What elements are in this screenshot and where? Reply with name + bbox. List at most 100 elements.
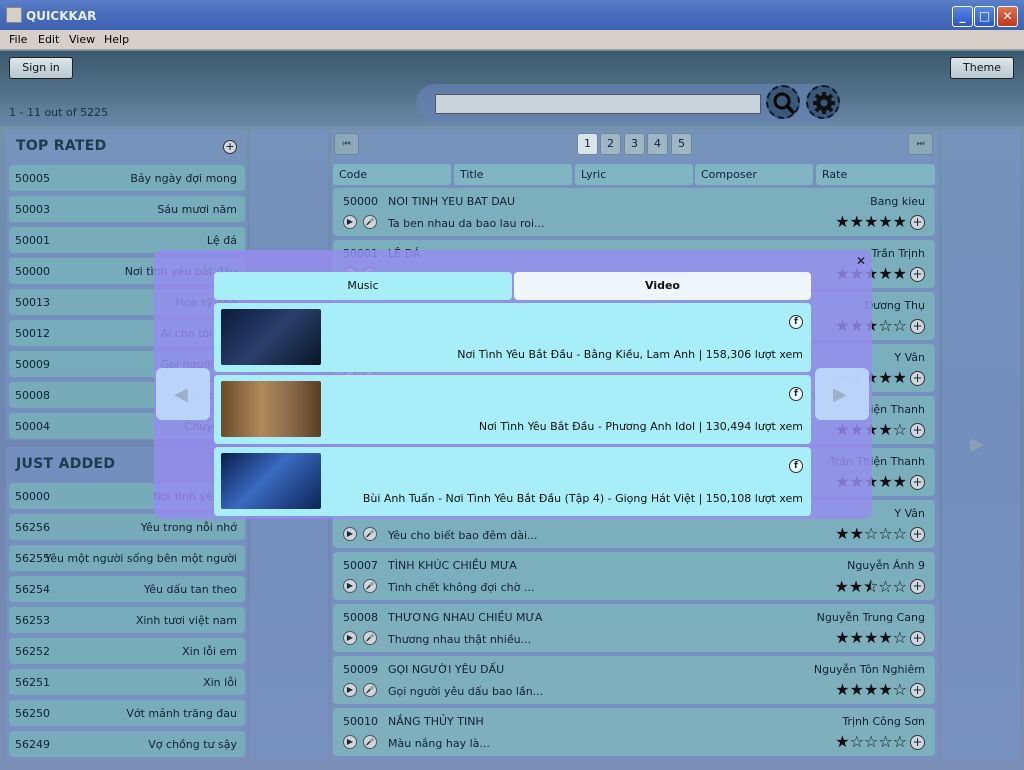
popup-close-icon[interactable]: ✕ [856, 254, 866, 268]
column-composer[interactable]: Composer [695, 164, 813, 185]
side-next-arrow[interactable]: ▶ [970, 434, 984, 455]
song-title: Lệ đá [206, 234, 237, 247]
song-code: 56251 [15, 676, 50, 689]
add-to-playlist-button[interactable]: + [910, 215, 925, 230]
song-code: 56250 [15, 707, 50, 720]
column-lyric[interactable]: Lyric [575, 164, 693, 185]
tab-video[interactable]: Video [514, 272, 811, 300]
microphone-icon[interactable]: 🎤 [363, 735, 377, 749]
rating-stars[interactable]: ★★★★☆ [835, 628, 907, 647]
song-lyric: Yêu cho biết bao đêm dài... [388, 529, 538, 542]
video-thumbnail[interactable] [221, 381, 321, 437]
song-title: Xinh tươi việt nam [135, 614, 237, 627]
microphone-icon[interactable]: 🎤 [363, 215, 377, 229]
facebook-share-icon[interactable]: f [789, 387, 803, 401]
page-1[interactable]: 1 [577, 133, 598, 155]
play-icon[interactable]: ▶ [343, 527, 357, 541]
song-code: 50008 [343, 611, 378, 624]
maximize-button[interactable]: □ [974, 6, 995, 27]
list-item[interactable]: 56254 Yêu dấu tan theo [9, 576, 245, 602]
list-item[interactable]: 50003 Sáu mươi năm [9, 196, 245, 222]
rating-stars[interactable]: ★★⯪☆☆ [834, 576, 907, 603]
page-2[interactable]: 2 [600, 133, 621, 155]
sign-in-button[interactable]: Sign in [9, 57, 73, 79]
add-to-playlist-button[interactable]: + [910, 371, 925, 386]
video-title: Nơi Tình Yêu Bắt Đầu - Phương Anh Idol |… [478, 420, 803, 433]
song-composer: hiện Thanh [863, 403, 925, 416]
song-row[interactable]: 50000 NOI TINH YEU BAT DAU Bang kieu Ta ben… [333, 188, 935, 236]
column-rate[interactable]: Rate [816, 164, 935, 185]
add-to-playlist-button[interactable]: + [910, 475, 925, 490]
column-code[interactable]: Code [333, 164, 451, 185]
rating-stars[interactable]: ★★★★★ [835, 212, 907, 231]
rating-stars[interactable]: ★★★★☆ [835, 680, 907, 699]
video-item[interactable]: f Nơi Tình Yêu Bắt Đầu - Phương Anh Idol… [214, 375, 811, 444]
column-title[interactable]: Title [454, 164, 572, 185]
play-icon[interactable]: ▶ [343, 735, 357, 749]
add-to-playlist-button[interactable]: + [910, 735, 925, 750]
top-rated-add-button[interactable]: + [223, 140, 237, 154]
play-icon[interactable]: ▶ [343, 579, 357, 593]
list-item[interactable]: 56251 Xin lỗi [9, 669, 245, 695]
last-page-button[interactable]: ⏭ [908, 133, 933, 155]
popup-prev-button[interactable]: ◀ [156, 368, 210, 420]
list-item[interactable]: 56253 Xinh tươi việt nam [9, 607, 245, 633]
popup-next-button[interactable]: ▶ [815, 368, 869, 420]
add-to-playlist-button[interactable]: + [910, 579, 925, 594]
page-5[interactable]: 5 [671, 133, 692, 155]
microphone-icon[interactable]: 🎤 [363, 579, 377, 593]
list-item[interactable]: 56249 Vợ chồng tư sậy [9, 731, 245, 757]
song-code: 50008 [15, 389, 50, 402]
facebook-share-icon[interactable]: f [789, 459, 803, 473]
search-button[interactable] [766, 85, 800, 119]
menu-file[interactable]: File [9, 33, 27, 46]
play-icon[interactable]: ▶ [343, 683, 357, 697]
menu-edit[interactable]: Edit [38, 33, 59, 46]
microphone-icon[interactable]: 🎤 [363, 631, 377, 645]
video-thumbnail[interactable] [221, 309, 321, 365]
song-row[interactable]: 50007 TÌNH KHÚC CHIỀU MƯA Nguyễn Ánh 9 Tình… [333, 552, 935, 600]
video-thumbnail[interactable] [221, 453, 321, 509]
add-to-playlist-button[interactable]: + [910, 319, 925, 334]
settings-button[interactable] [806, 85, 840, 119]
song-composer: Dương Thụ [864, 299, 925, 312]
video-title: Bùi Anh Tuấn - Nơi Tình Yêu Bắt Đầu (Tập… [362, 492, 803, 505]
page-4[interactable]: 4 [647, 133, 668, 155]
top-rated-heading: TOP RATED [16, 138, 107, 154]
song-row[interactable]: 50009 GỌI NGƯỜI YÊU DẤU Nguyễn Tôn Nghiêm G… [333, 656, 935, 704]
song-row[interactable]: 50010 NẮNG THỦY TINH Trịnh Công Sơn Màu nắn… [333, 708, 935, 756]
list-item[interactable]: 56252 Xin lỗi em [9, 638, 245, 664]
list-item[interactable]: 56255 Yêu một người sống bên một người [9, 545, 245, 571]
song-code: 56252 [15, 645, 50, 658]
add-to-playlist-button[interactable]: + [910, 527, 925, 542]
first-page-button[interactable]: ⏮ [334, 133, 359, 155]
facebook-share-icon[interactable]: f [789, 315, 803, 329]
song-lyric: Tình chết không đợi chờ ... [388, 581, 535, 594]
add-to-playlist-button[interactable]: + [910, 683, 925, 698]
microphone-icon[interactable]: 🎤 [363, 683, 377, 697]
rating-stars[interactable]: ★☆☆☆☆ [835, 732, 907, 751]
menu-help[interactable]: Help [104, 33, 129, 46]
close-button[interactable]: ✕ [997, 6, 1018, 27]
tab-music[interactable]: Music [214, 272, 512, 300]
video-item[interactable]: f Nơi Tình Yêu Bắt Đầu - Bằng Kiều, Lam … [214, 303, 811, 372]
rating-stars[interactable]: ★★☆☆☆ [835, 524, 907, 543]
minimize-button[interactable]: _ [952, 6, 973, 27]
song-row[interactable]: 50008 THƯƠNG NHAU CHIỀU MƯA Nguyễn Trung C… [333, 604, 935, 652]
song-code: 50004 [15, 420, 50, 433]
add-to-playlist-button[interactable]: + [910, 423, 925, 438]
search-input[interactable] [435, 94, 761, 114]
menu-view[interactable]: View [69, 33, 95, 46]
song-code: 50009 [15, 358, 50, 371]
list-item[interactable]: 50005 Bảy ngày đợi mong [9, 165, 245, 191]
play-icon[interactable]: ▶ [343, 215, 357, 229]
add-to-playlist-button[interactable]: + [910, 631, 925, 646]
add-to-playlist-button[interactable]: + [910, 267, 925, 282]
video-item[interactable]: f Bùi Anh Tuấn - Nơi Tình Yêu Bắt Đầu (T… [214, 447, 811, 516]
play-icon[interactable]: ▶ [343, 631, 357, 645]
list-item[interactable]: 56250 Vớt mảnh trăng đau [9, 700, 245, 726]
page-3[interactable]: 3 [624, 133, 645, 155]
song-code: 56256 [15, 521, 50, 534]
theme-button[interactable]: Theme [950, 57, 1014, 79]
microphone-icon[interactable]: 🎤 [363, 527, 377, 541]
